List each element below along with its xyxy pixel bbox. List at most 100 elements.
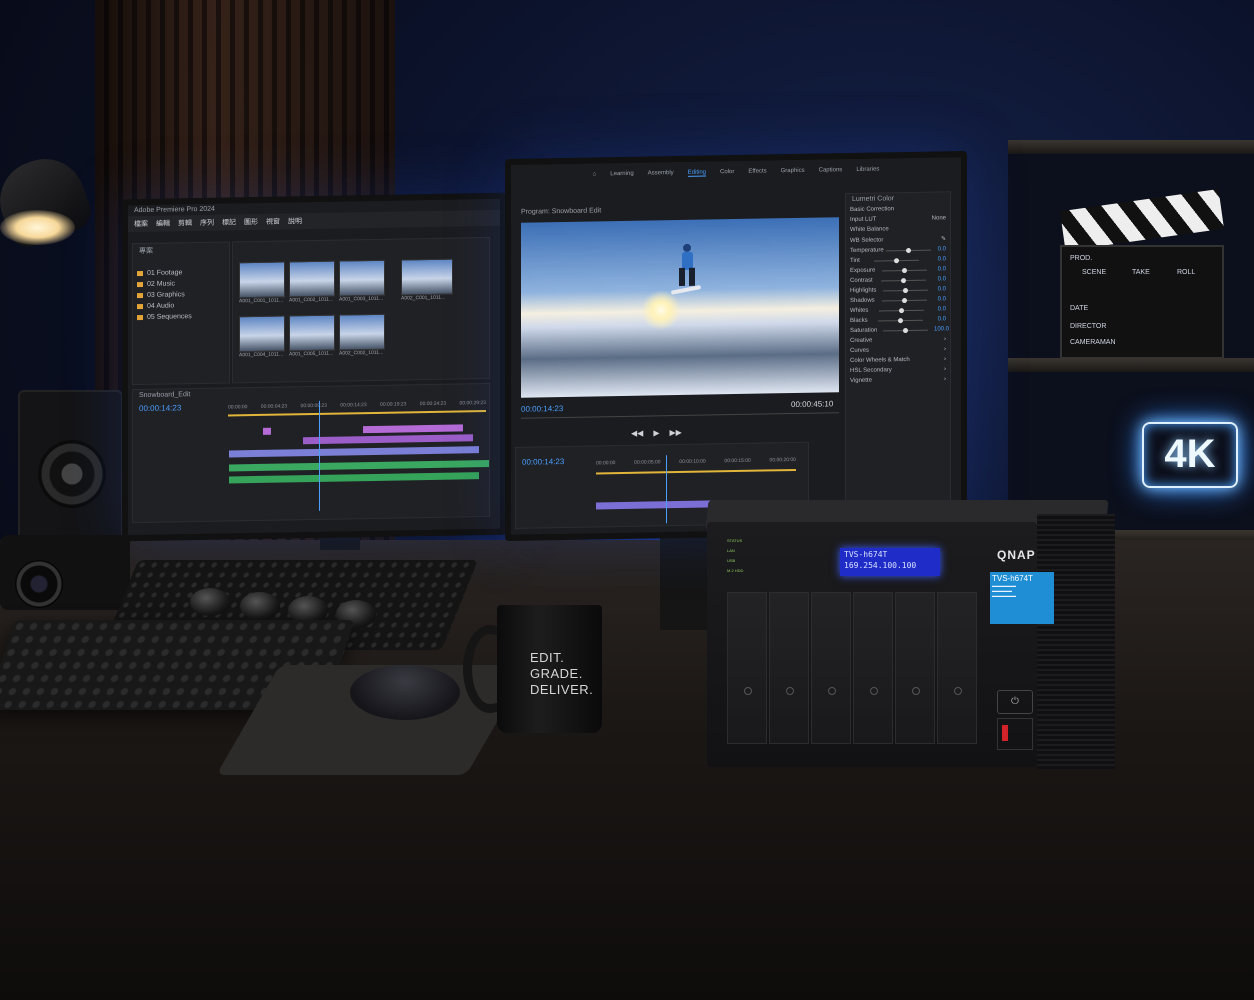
usb-port[interactable] xyxy=(997,718,1033,750)
menu-item[interactable]: 標記 xyxy=(222,217,236,227)
step-forward-icon[interactable]: ▶▶ xyxy=(669,428,681,437)
media-browser: A001_C001_1011... A001_C002_1011... A001… xyxy=(232,236,490,384)
timeline-ruler[interactable]: 00:00:00 00:00:04:23 00:00:09:23 00:00:14:2… xyxy=(228,400,486,411)
saturation-slider[interactable] xyxy=(883,329,929,331)
clip-thumbnail[interactable] xyxy=(339,259,385,297)
led-label: LAN xyxy=(727,548,735,553)
tab-libraries[interactable]: Libraries xyxy=(856,166,879,172)
clip-thumbnail[interactable] xyxy=(339,313,385,351)
clapper-field: SCENE xyxy=(1082,269,1107,276)
transport-controls: ◀◀ ▶ ▶▶ xyxy=(631,428,682,438)
mug-text: EDIT. GRADE. DELIVER. xyxy=(530,650,594,697)
tab-effects[interactable]: Effects xyxy=(748,168,766,174)
drive-bay[interactable] xyxy=(895,592,935,744)
program-scrubber[interactable] xyxy=(521,412,839,419)
timeline-clip[interactable] xyxy=(303,434,473,445)
clapper-field: DATE xyxy=(1070,305,1089,312)
workspace-tabs: ⌂ Learning Assembly Editing Color Effect… xyxy=(511,157,961,187)
lumetri-section-vignette[interactable]: Vignette › xyxy=(846,374,950,386)
clip-thumbnail[interactable] xyxy=(239,261,285,299)
whites-slider[interactable] xyxy=(878,309,924,312)
playhead[interactable] xyxy=(319,400,320,511)
highlights-slider[interactable] xyxy=(882,289,928,291)
tab-captions[interactable]: Captions xyxy=(819,167,843,173)
premiere-editing-window: ⌂ Learning Assembly Editing Color Effect… xyxy=(511,157,961,535)
desk-lamp xyxy=(0,147,97,260)
tab-learning[interactable]: Learning xyxy=(610,171,633,177)
exposure-slider[interactable] xyxy=(882,269,928,271)
audio-clip[interactable] xyxy=(229,472,479,484)
lumetri-color-panel: Lumetri Color Basic Correction Input LUT… xyxy=(845,191,951,526)
clapperboard: PROD. SCENE TAKE ROLL DATE DIRECTOR CAME… xyxy=(1060,245,1224,359)
neon-4k-sign: 4K xyxy=(1142,422,1238,488)
menu-item[interactable]: 說明 xyxy=(288,216,302,226)
folder-icon xyxy=(137,314,143,321)
project-panel: 專案 01 Footage 02 Music 03 Graphics 04 Au… xyxy=(132,241,230,386)
step-back-icon[interactable]: ◀◀ xyxy=(631,429,643,438)
clip-thumbnail[interactable] xyxy=(239,315,285,353)
model-sticker: TVS-h674T ▬▬▬▬▬▬ ▬▬▬▬▬ ▬▬▬▬▬▬ xyxy=(990,572,1054,624)
snowboarder xyxy=(671,243,701,295)
tab-color[interactable]: Color xyxy=(720,169,734,175)
timeline-timecode[interactable]: 00:00:14:23 xyxy=(139,403,181,413)
clip-thumbnail[interactable] xyxy=(289,314,335,352)
tab-assembly[interactable]: Assembly xyxy=(648,170,674,176)
clip-thumbnail[interactable] xyxy=(289,260,335,298)
sequence-tab[interactable]: Snowboard_Edit xyxy=(133,384,489,401)
work-area-bar[interactable] xyxy=(596,468,796,475)
audio-clip[interactable] xyxy=(229,459,489,472)
clip-thumbnail[interactable] xyxy=(401,258,453,296)
timeline-clip[interactable] xyxy=(363,424,463,434)
temperature-slider[interactable] xyxy=(886,249,932,251)
bin-item[interactable]: 05 Sequences xyxy=(133,310,229,323)
shadows-slider[interactable] xyxy=(881,299,927,301)
folder-icon xyxy=(137,281,143,288)
menu-item[interactable]: 視窗 xyxy=(266,217,280,227)
tab-graphics[interactable]: Graphics xyxy=(781,168,805,174)
drive-latch-icon xyxy=(912,687,920,695)
eyedropper-icon[interactable]: ✎ xyxy=(941,235,946,242)
drive-bay[interactable] xyxy=(811,592,851,744)
timeline-ruler[interactable]: 00:00:00 00:00:05:00 00:00:10:00 00:00:15:0… xyxy=(596,457,796,466)
drive-latch-icon xyxy=(954,687,962,695)
menu-item[interactable]: 剪輯 xyxy=(178,218,192,228)
home-icon[interactable]: ⌂ xyxy=(593,171,597,177)
timeline-timecode[interactable]: 00:00:14:23 xyxy=(522,457,564,467)
work-area-bar[interactable] xyxy=(228,409,486,417)
play-icon[interactable]: ▶ xyxy=(653,428,659,437)
clapper-field: ROLL xyxy=(1177,269,1196,276)
menu-item[interactable]: 檔案 xyxy=(134,219,148,229)
tab-editing[interactable]: Editing xyxy=(687,169,707,177)
nas-side-vents xyxy=(1037,514,1115,769)
mouse xyxy=(350,665,460,720)
led-label: M.2 HDD xyxy=(727,568,744,573)
clapper-field: DIRECTOR xyxy=(1070,323,1107,330)
playhead[interactable] xyxy=(666,455,667,524)
qnap-logo: QNAP xyxy=(997,548,1036,562)
timeline-clip[interactable] xyxy=(229,446,479,458)
drive-bay[interactable] xyxy=(727,592,767,744)
drive-bay[interactable] xyxy=(769,592,809,744)
menu-item[interactable]: 序列 xyxy=(200,218,214,228)
drive-latch-icon xyxy=(786,687,794,695)
contrast-slider[interactable] xyxy=(880,279,926,281)
tint-slider[interactable] xyxy=(874,259,920,262)
program-current-time[interactable]: 00:00:14:23 xyxy=(521,404,563,414)
camera-lens xyxy=(15,560,63,608)
camera xyxy=(0,535,130,610)
menu-item[interactable]: 編輯 xyxy=(156,219,170,229)
blacks-slider[interactable] xyxy=(878,319,924,322)
drive-bay[interactable] xyxy=(853,592,893,744)
monitor-stand-right xyxy=(660,525,710,630)
studio-speaker xyxy=(18,390,123,540)
power-button[interactable]: ⏻ xyxy=(997,690,1033,714)
led-label: STATUS xyxy=(727,538,743,543)
drive-latch-icon xyxy=(870,687,878,695)
speaker-cone xyxy=(38,440,106,508)
menu-item[interactable]: 圖形 xyxy=(244,217,258,227)
drive-bay[interactable] xyxy=(937,592,977,744)
timeline-clip[interactable] xyxy=(263,427,271,435)
input-lut-select[interactable]: None xyxy=(932,215,946,221)
left-monitor: Adobe Premiere Pro 2024 檔案 編輯 剪輯 序列 標記 圖… xyxy=(122,192,506,542)
program-monitor-label: Program: Snowboard Edit xyxy=(521,207,602,216)
